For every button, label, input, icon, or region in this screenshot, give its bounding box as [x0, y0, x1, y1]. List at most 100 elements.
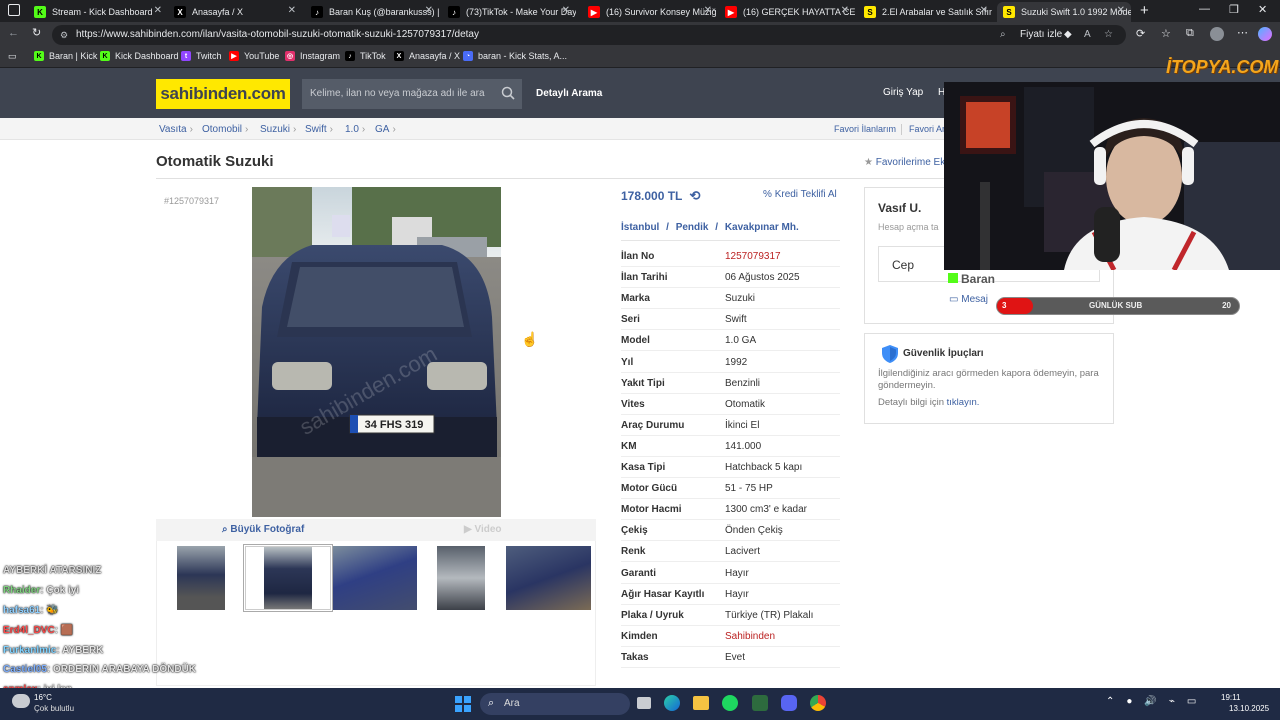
close-window-icon[interactable]: ✕ — [1258, 3, 1267, 16]
detail-value: Benzinli — [725, 377, 761, 389]
file-explorer-icon[interactable] — [693, 696, 709, 710]
detail-key: KM — [621, 440, 637, 452]
detail-key: Model — [621, 335, 650, 347]
breadcrumb-label: 1.0 — [345, 124, 359, 135]
tab-close-icon[interactable]: ✕ — [425, 5, 433, 16]
thumbnail-2[interactable] — [243, 544, 333, 612]
detail-row: Motor Gücü 51 - 75 HP — [621, 478, 840, 500]
breadcrumb-item[interactable]: Swift › — [305, 124, 333, 135]
browser-tab-2[interactable]: X Anasayfa / X ✕ — [168, 2, 302, 22]
breadcrumb-item[interactable]: 1.0 › — [345, 124, 365, 135]
reload-icon[interactable]: ↻ — [32, 26, 41, 39]
extensions-icon[interactable]: ⟳ — [1136, 27, 1145, 40]
main-car-photo[interactable]: 34 FHS 319 sahibinden.com — [252, 187, 501, 517]
detail-value: Lacivert — [725, 546, 761, 558]
bookmark-8[interactable]: ◔ baran - Kick Stats, A... — [463, 51, 567, 61]
seller-name[interactable]: Vasıf U. — [878, 201, 921, 215]
system-tray[interactable]: ⌃●🔊⌁▭ — [1106, 696, 1208, 707]
edge-icon[interactable] — [664, 695, 680, 711]
favorite-other-link[interactable]: Favori Ar — [909, 124, 945, 134]
tab-close-icon[interactable]: ✕ — [841, 5, 849, 16]
location-district[interactable]: Pendik — [676, 222, 709, 233]
taskbar-search-box[interactable]: ⌕ Ara — [480, 693, 630, 715]
tab-close-icon[interactable]: ✕ — [288, 5, 296, 16]
tab-close-icon[interactable]: ✕ — [154, 5, 162, 16]
thumbnail-4[interactable] — [437, 546, 485, 610]
thumbnail-1[interactable] — [177, 546, 225, 610]
browser-tab-3[interactable]: ♪ Baran Kuş (@barankusss) | ✕ — [305, 2, 439, 22]
site-logo[interactable]: sahibinden.com — [156, 79, 290, 109]
weather-text[interactable]: Çok bulutlu — [34, 704, 74, 713]
favorite-star-icon[interactable]: ☆ — [1104, 25, 1113, 45]
site-search-input[interactable]: Kelime, ilan no veya mağaza adı ile ara — [302, 79, 522, 109]
breadcrumb-label: GA — [375, 124, 390, 135]
discord-icon[interactable] — [781, 695, 797, 711]
streamer-tag: Baran — [948, 272, 995, 286]
price-history-icon[interactable]: ⟲ — [690, 188, 701, 203]
minimize-window-icon[interactable]: — — [1199, 3, 1210, 15]
breadcrumb-item[interactable]: Otomobil › — [202, 124, 248, 135]
login-link[interactable]: Giriş Yap — [883, 87, 923, 98]
copilot-icon[interactable] — [1258, 27, 1272, 41]
task-view-icon[interactable] — [637, 697, 651, 709]
bookmark-6[interactable]: ♪ TikTok — [345, 51, 386, 61]
favorite-listings-link[interactable]: Favori İlanlarım — [834, 124, 896, 134]
back-icon[interactable]: ← — [8, 27, 19, 39]
tab-close-icon[interactable]: ✕ — [562, 5, 570, 16]
start-button-icon[interactable] — [455, 696, 471, 712]
browser-tab-1[interactable]: K Stream - Kick Dashboard ✕ — [28, 2, 168, 22]
detail-row: Garanti Hayır — [621, 563, 840, 584]
add-favorite-button[interactable]: ★ Favorilerime Ek — [864, 157, 945, 168]
location-neighborhood[interactable]: Kavakpınar Mh. — [725, 222, 799, 233]
url-input[interactable]: ⚙ https://www.sahibinden.com/ilan/vasita… — [52, 25, 1126, 45]
browser-tab-8[interactable]: S Suzuki Swift 1.0 1992 Mode ✕ — [997, 2, 1131, 22]
thumbnail-3[interactable] — [333, 546, 417, 610]
tab-actions-icon[interactable] — [8, 4, 20, 16]
credit-offer-link[interactable]: % Kredi Teklifi Al — [763, 189, 837, 200]
price-tag-icon[interactable]: ◆ — [1064, 25, 1072, 45]
breadcrumb-item[interactable]: Vasıta › — [159, 124, 193, 135]
bookmark-2[interactable]: K Kick Dashboard — [100, 51, 179, 61]
thumbnail-5[interactable] — [506, 546, 591, 610]
bookmark-1[interactable]: K Baran | Kick — [34, 51, 97, 61]
zoom-icon[interactable]: ⌕ — [1000, 25, 1006, 45]
breadcrumb-item[interactable]: GA › — [375, 124, 396, 135]
browser-tab-4[interactable]: ♪ (73)TikTok - Make Your Day ✕ — [442, 2, 576, 22]
app-icon[interactable] — [752, 695, 768, 711]
chrome-icon[interactable] — [810, 695, 826, 711]
site-info-icon[interactable]: ⚙ — [60, 25, 68, 45]
weather-temp[interactable]: 16°C — [34, 693, 52, 702]
message-button[interactable]: ▭ Mesaj — [949, 294, 988, 305]
browser-tab-7[interactable]: S 2.El Arabalar ve Satılık Sıfır ✕ — [858, 2, 994, 22]
clock-time[interactable]: 19:11 — [1221, 693, 1240, 702]
advanced-search-link[interactable]: Detaylı Arama — [536, 88, 602, 99]
spotify-icon[interactable] — [722, 695, 738, 711]
read-aloud-icon[interactable]: A — [1084, 25, 1091, 45]
tab-close-icon[interactable]: ✕ — [704, 5, 712, 16]
bookmark-5[interactable]: ◎ Instagram — [285, 51, 340, 61]
menu-dots-icon[interactable]: ⋯ — [1237, 26, 1248, 39]
detail-key: Ağır Hasar Kayıtlı — [621, 588, 705, 600]
location-city[interactable]: İstanbul — [621, 222, 659, 233]
message-label: Mesaj — [961, 294, 988, 305]
browser-tab-5[interactable]: ▶ (16) Survivor Konsey Müziğ ✕ — [582, 2, 718, 22]
breadcrumb-item[interactable]: Suzuki › — [260, 124, 296, 135]
big-photo-button[interactable]: ⌕ Büyük Fotoğraf — [222, 524, 304, 535]
bookmark-3[interactable]: t Twitch — [181, 51, 222, 61]
profile-avatar-icon[interactable] — [1210, 27, 1224, 41]
bookmark-7[interactable]: X Anasayfa / X — [394, 51, 460, 61]
clock-date[interactable]: 13.10.2025 — [1229, 704, 1269, 713]
tab-close-icon[interactable]: ✕ — [980, 5, 988, 16]
maximize-window-icon[interactable]: ❐ — [1229, 3, 1239, 16]
collections-icon[interactable]: ⧉ — [1186, 27, 1194, 40]
new-tab-icon[interactable]: + — [1140, 2, 1149, 19]
price-watch-label[interactable]: Fiyatı izle — [1020, 25, 1062, 45]
search-icon[interactable] — [501, 86, 515, 100]
browser-tab-6[interactable]: ▶ (16) GERÇEK HAYATTA CEZ/✕ — [719, 2, 855, 22]
bookmarks-menu-icon[interactable]: ▭ — [8, 51, 17, 62]
favorites-icon[interactable]: ☆ — [1161, 27, 1171, 40]
tab-title: Suzuki Swift 1.0 1992 Mode — [1021, 7, 1131, 17]
tab-close-icon[interactable]: ✕ — [1117, 5, 1125, 16]
bookmark-4[interactable]: ▶ YouTube — [229, 51, 279, 61]
security-more-link[interactable]: tıklayın. — [947, 397, 980, 408]
